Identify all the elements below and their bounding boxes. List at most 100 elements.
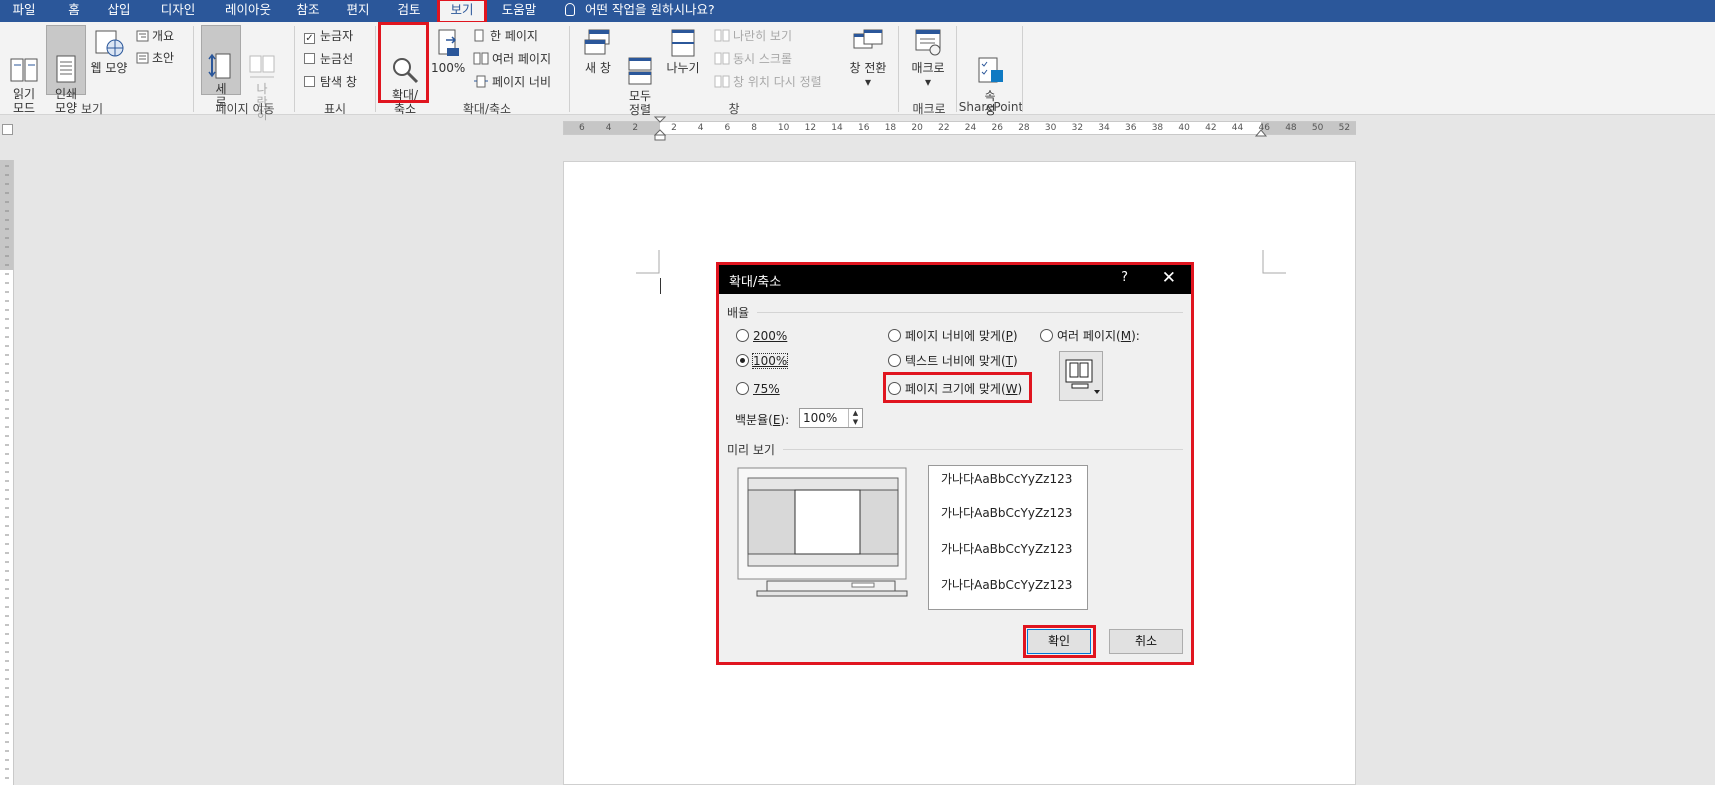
- horizontal-ruler[interactable]: 6 4 2 2 4 6 8 10 12 14 16 18 20 22 24 26 28 30 32 34 36 38 40 4…: [563, 116, 1356, 141]
- read-mode-button[interactable]: 읽기 모드: [4, 28, 44, 115]
- checkbox-icon: [304, 53, 315, 64]
- tab-insert[interactable]: 삽입: [103, 0, 135, 22]
- tab-file[interactable]: 파일: [6, 0, 42, 22]
- ribbon: 읽기 모드 인쇄 모양 웹 모양 개요 초안 보기 세 로 나 란 히 페이지 …: [0, 22, 1715, 122]
- outline-button[interactable]: 개요: [136, 28, 174, 44]
- ruler-tick-label: 16: [858, 123, 870, 133]
- ruler-tick-label: 52: [1338, 123, 1351, 133]
- ruler-tick-label: 6: [579, 123, 585, 133]
- zoom-100-label: 100%: [431, 61, 466, 75]
- ruler-tick-label: 50: [1311, 123, 1324, 133]
- vertical-ruler[interactable]: [0, 160, 14, 785]
- right-indent-marker-icon[interactable]: [1254, 128, 1268, 138]
- ruler-tick-label: 38: [1151, 123, 1164, 133]
- ruler-tick-label: 12: [804, 123, 817, 133]
- ruler-tick-label: 34: [1098, 123, 1110, 133]
- nav-pane-label: 탐색 창: [320, 75, 357, 89]
- tab-layout[interactable]: 레이아웃: [218, 0, 278, 22]
- page-100-icon: [438, 29, 459, 56]
- ruler-tick-label: 48: [1285, 123, 1297, 133]
- ruler-tick-label: 42: [1205, 123, 1217, 133]
- reset-window-position-button[interactable]: 창 위치 다시 정렬: [714, 74, 822, 90]
- ribbon-separator: [898, 26, 899, 112]
- switch-windows-label: 창 전환: [849, 61, 887, 75]
- page-width-button[interactable]: 페이지 너비: [473, 74, 551, 90]
- vertical-page-move-button[interactable]: 세 로: [201, 25, 241, 109]
- ruler-tick-label: 14: [831, 123, 843, 133]
- draft-button[interactable]: 초안: [136, 50, 174, 66]
- ruler-tick-label: 20: [911, 123, 923, 133]
- lightbulb-icon: [565, 3, 575, 16]
- ruler-label: 눈금자: [320, 29, 354, 43]
- tell-me-search[interactable]: 어떤 작업을 원하시나요?: [565, 0, 715, 22]
- sharepoint-group-label: SharePoint: [958, 100, 1024, 114]
- ruler-tick-label: 36: [1125, 123, 1137, 133]
- switch-windows-button[interactable]: 창 전환 ▾: [845, 28, 891, 98]
- ruler-tick-label: 26: [991, 123, 1003, 133]
- page-move-group-label: 페이지 이동: [215, 102, 275, 116]
- ruler-tick-label: 2: [671, 123, 677, 133]
- multiple-pages-icon: [473, 52, 489, 65]
- gridlines-checkbox[interactable]: 눈금선: [304, 51, 353, 67]
- ruler-tick-label: 4: [605, 123, 612, 133]
- side-to-side-button[interactable]: 나 란 히: [245, 28, 279, 122]
- tab-selector[interactable]: [2, 124, 13, 135]
- tab-design[interactable]: 디자인: [155, 0, 201, 22]
- tell-me-text: 어떤 작업을 원하시나요?: [585, 2, 715, 17]
- ruler-tick-label: 40: [1178, 123, 1190, 133]
- ruler-tick-label: 28: [1018, 123, 1030, 133]
- draft-label: 초안: [152, 51, 175, 65]
- vertical-pages-icon: [208, 53, 231, 79]
- tab-references[interactable]: 참조: [292, 0, 324, 22]
- print-layout-button[interactable]: 인쇄 모양: [46, 25, 86, 115]
- margin-corner-mark: [1262, 250, 1286, 274]
- navigation-pane-checkbox[interactable]: 탐색 창: [304, 74, 357, 90]
- view-side-by-side-button[interactable]: 나란히 보기: [714, 28, 792, 44]
- side-to-side-icon: [249, 55, 275, 78]
- macros-label: 매크로: [911, 61, 945, 75]
- page-width-label: 페이지 너비: [492, 75, 552, 89]
- ruler-tick-label: 10: [777, 123, 790, 133]
- gridlines-label: 눈금선: [320, 52, 354, 66]
- properties-button[interactable]: 속 성: [972, 28, 1008, 117]
- tab-mailings[interactable]: 편지: [342, 0, 374, 22]
- tab-view[interactable]: 보기: [437, 0, 487, 24]
- ruler-tick-label: 18: [884, 123, 897, 133]
- ruler-tick-label: 6: [724, 123, 731, 133]
- split-label: 나누기: [666, 61, 700, 75]
- one-page-button[interactable]: 한 페이지: [473, 28, 538, 44]
- dialog-highlight-box: [716, 262, 1194, 665]
- multiple-pages-button[interactable]: 여러 페이지: [473, 51, 551, 67]
- split-button[interactable]: 나누기: [662, 28, 704, 94]
- window-group-label: 창: [728, 102, 740, 116]
- new-window-button[interactable]: 새 창: [578, 28, 618, 94]
- tab-help[interactable]: 도움말: [496, 0, 542, 22]
- show-group-label: 표시: [323, 102, 347, 116]
- macros-group-label: 매크로: [912, 102, 946, 116]
- ruler-tick-label: 2: [632, 123, 639, 133]
- ribbon-separator: [569, 26, 570, 112]
- indent-marker-icon[interactable]: [653, 116, 667, 142]
- ruler-checkbox[interactable]: ✓ 눈금자: [304, 28, 353, 44]
- ruler-tick-label: 8: [751, 123, 757, 133]
- multiple-pages-label: 여러 페이지: [492, 52, 552, 66]
- ruler-tick-label: 24: [964, 123, 977, 133]
- tab-home[interactable]: 홈: [62, 0, 86, 22]
- print-layout-icon: [56, 55, 76, 83]
- vruler-ticks: [5, 165, 9, 779]
- sync-scroll-label: 동시 스크롤: [733, 52, 793, 66]
- arrange-all-button[interactable]: 모두 정렬: [620, 28, 660, 117]
- reset-position-icon: [714, 75, 730, 88]
- zoom-100-button[interactable]: 100%: [431, 28, 465, 94]
- synchronous-scrolling-button[interactable]: 동시 스크롤: [714, 51, 792, 67]
- split-icon: [671, 29, 695, 57]
- dropdown-arrow-icon: ▾: [864, 75, 872, 89]
- tab-review[interactable]: 검토: [393, 0, 425, 22]
- sync-scroll-icon: [714, 52, 730, 65]
- one-page-label: 한 페이지: [490, 29, 538, 43]
- outline-icon: [136, 30, 149, 42]
- ribbon-separator: [1022, 26, 1023, 112]
- ruler-tick-label: 4: [697, 123, 704, 133]
- web-layout-button[interactable]: 웹 모양: [88, 28, 130, 94]
- macros-button[interactable]: 매크로 ▾: [906, 28, 950, 98]
